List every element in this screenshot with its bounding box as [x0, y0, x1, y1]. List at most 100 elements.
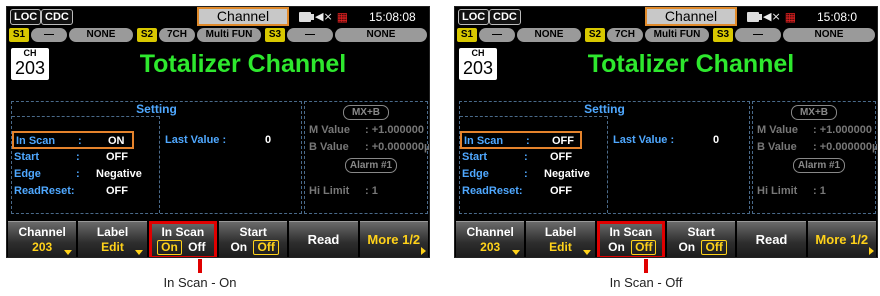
setting-colon: :: [524, 151, 528, 163]
channel-softkey[interactable]: Channel 203: [456, 221, 525, 257]
b-value-label: B Value: [757, 141, 797, 153]
m-value-label: M Value: [757, 124, 798, 136]
softkey-label: In Scan: [609, 225, 653, 239]
slot-s3-id: S3: [713, 28, 733, 42]
setting-row-readreset: ReadReset: OFF: [12, 183, 159, 200]
setting-value: OFF: [550, 151, 572, 163]
read-softkey[interactable]: Read: [737, 221, 806, 257]
start-softkey[interactable]: Start On Off: [218, 221, 288, 257]
b-value-label: B Value: [309, 141, 349, 153]
hi-limit-row: Hi Limit : 1: [757, 184, 826, 199]
setting-colon: :: [526, 135, 530, 147]
clock: 15:08:0: [817, 10, 858, 24]
label-softkey[interactable]: Label Edit: [78, 221, 147, 257]
start-softkey[interactable]: Start On Off: [666, 221, 736, 257]
divider: [12, 116, 159, 117]
next-page-arrow-icon: [420, 247, 426, 255]
setting-header: Setting: [136, 102, 177, 116]
setting-label: Start: [462, 151, 488, 163]
softkey-label: Label: [544, 225, 577, 239]
clock: 15:08:08: [369, 10, 416, 24]
dropdown-arrow-icon: [582, 250, 591, 255]
start-off-option[interactable]: Off: [253, 240, 279, 255]
in-scan-off-option[interactable]: Off: [185, 241, 208, 254]
caption-in-scan-on: In Scan - On: [163, 275, 237, 290]
setting-row-in-scan: In Scan : ON: [12, 131, 134, 149]
more-softkey[interactable]: More 1/2: [359, 221, 428, 257]
m-value: : +1.000000: [813, 124, 873, 136]
m-value-row: M Value : +1.000000: [309, 123, 424, 138]
speaker-muted-icon: ◀×: [315, 10, 333, 23]
slot-s3-function: NONE: [783, 28, 875, 42]
mxb-badge: MX+B: [791, 105, 837, 120]
start-off-option[interactable]: Off: [701, 240, 727, 255]
slot-s1-function: NONE: [517, 28, 581, 42]
start-on-option[interactable]: On: [227, 241, 250, 254]
read-softkey[interactable]: Read: [289, 221, 358, 257]
slot-s3-card: —: [735, 28, 781, 42]
setting-colon: :: [76, 168, 80, 180]
hi-limit-value: : 1: [813, 185, 826, 197]
b-value-row: B Value : +0.000000µ: [757, 140, 877, 155]
in-scan-softkey[interactable]: In Scan On Off: [148, 221, 217, 257]
setting-colon: :: [76, 151, 80, 163]
channel-badge: CH 203: [459, 48, 497, 80]
start-on-option[interactable]: On: [675, 241, 698, 254]
setting-row-edge: Edge : Negative: [460, 166, 607, 183]
setting-header: Setting: [584, 102, 625, 116]
softkey-label: Channel: [466, 225, 514, 239]
setting-row-in-scan: In Scan : OFF: [460, 131, 582, 149]
slot-s2-card: 7CH: [159, 28, 195, 42]
channel-badge-number: 203: [14, 58, 46, 78]
slot-s2-function: Multi FUN: [197, 28, 261, 42]
last-value-label: Last Value :: [613, 134, 675, 146]
setting-label: Edge: [462, 168, 489, 180]
hi-limit-value: : 1: [365, 185, 378, 197]
next-page-arrow-icon: [868, 247, 874, 255]
softkey-label: Read: [307, 232, 340, 247]
softkey-bar: Channel 203 Label Edit In Scan On Off St…: [455, 221, 877, 257]
softkey-label: In Scan: [161, 225, 205, 239]
hi-limit-label: Hi Limit: [309, 185, 350, 197]
label-softkey[interactable]: Label Edit: [526, 221, 595, 257]
in-scan-on-option[interactable]: On: [605, 241, 628, 254]
page-title: Totalizer Channel: [587, 50, 795, 78]
softkey-label: More 1/2: [815, 232, 869, 247]
m-value-label: M Value: [309, 124, 350, 136]
slot-s1-id: S1: [9, 28, 29, 42]
screen-title: Channel: [197, 7, 289, 26]
m-value-row: M Value : +1.000000: [757, 123, 872, 138]
in-scan-on-option[interactable]: On: [157, 240, 182, 255]
slot-s3-id: S3: [265, 28, 285, 42]
setting-label: In Scan: [16, 135, 56, 147]
setting-row-start: Start : OFF: [460, 149, 607, 166]
instrument-screen-in-scan-on: LOC CDC Channel ◀× ▦ 15:08:08 S1 — NONE …: [6, 6, 430, 258]
loc-indicator: LOC: [10, 9, 42, 25]
channel-softkey[interactable]: Channel 203: [8, 221, 77, 257]
divider: [607, 116, 608, 213]
slot-s2-card: 7CH: [607, 28, 643, 42]
setting-label: Edge: [14, 168, 41, 180]
slot-s1-card: —: [479, 28, 515, 42]
network-icon: ▦: [784, 10, 797, 24]
softkey-label: Start: [239, 225, 267, 239]
last-value: 0: [265, 134, 272, 146]
slot-s2-function: Multi FUN: [645, 28, 709, 42]
slot-s1-function: NONE: [69, 28, 133, 42]
network-icon: ▦: [336, 10, 349, 24]
cdc-indicator: CDC: [489, 9, 521, 25]
in-scan-off-option[interactable]: Off: [631, 240, 657, 255]
setting-row-edge: Edge : Negative: [12, 166, 159, 183]
speaker-muted-icon: ◀×: [763, 10, 781, 23]
slot-bar: S1 — NONE S2 7CH Multi FUN S3 — NONE: [7, 28, 429, 43]
more-softkey[interactable]: More 1/2: [807, 221, 876, 257]
setting-label: In Scan: [464, 135, 504, 147]
setting-value: OFF: [550, 185, 572, 197]
memory-card-icon: [747, 12, 762, 22]
cdc-indicator: CDC: [41, 9, 73, 25]
in-scan-softkey[interactable]: In Scan On Off: [596, 221, 665, 257]
setting-value: Negative: [544, 168, 590, 180]
b-value: : +0.000000µ: [365, 141, 430, 153]
setting-value: OFF: [106, 151, 128, 163]
setting-row-readreset: ReadReset: OFF: [460, 183, 607, 200]
